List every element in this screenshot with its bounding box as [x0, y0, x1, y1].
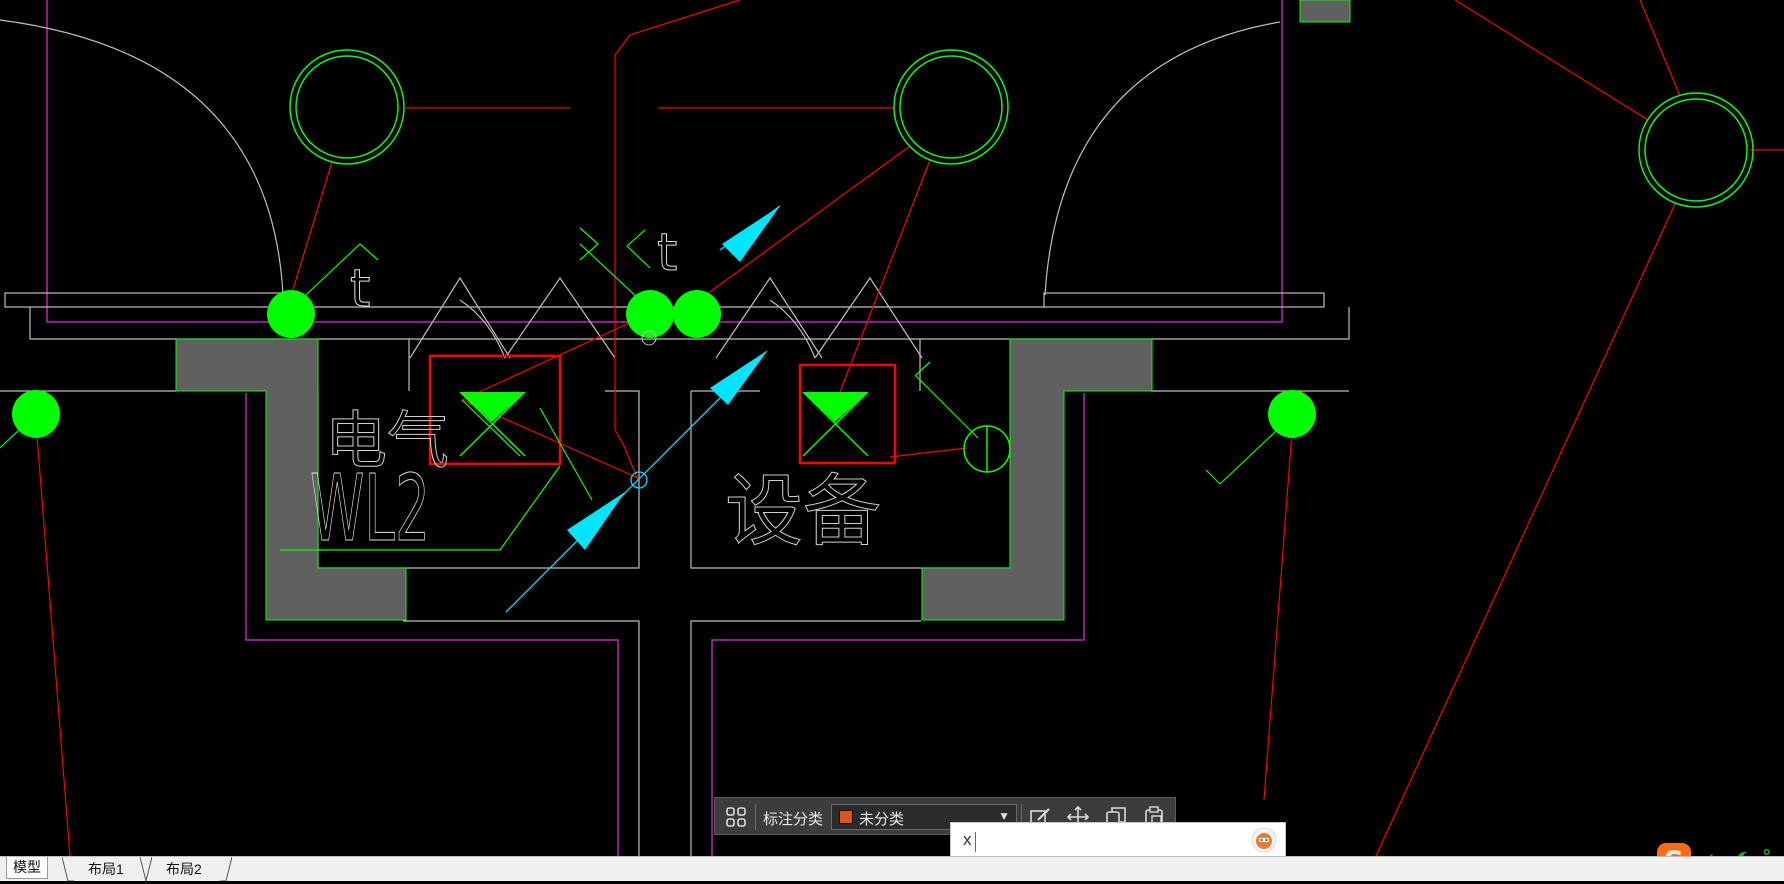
room-label-wl2: WL2 — [310, 455, 430, 562]
label-t-center: t — [657, 223, 677, 283]
category-label: 标注分类 — [763, 811, 824, 828]
tab-model[interactable]: 模型 — [6, 857, 48, 879]
grid-icon[interactable] — [725, 806, 747, 828]
chevron-down-icon: ▼ — [998, 809, 1010, 823]
tab-separator — [140, 857, 152, 881]
cad-drawing-canvas[interactable]: t t 电气 WL2 设备 — [0, 0, 1784, 880]
text-caret — [975, 832, 976, 852]
category-selected-value: 未分类 — [859, 811, 905, 828]
ime-composition-input[interactable]: x — [963, 830, 972, 850]
tab-layout2[interactable]: 布局2 — [160, 859, 208, 880]
room-label-equipment: 设备 — [725, 467, 881, 557]
label-t-left: t — [350, 259, 370, 319]
toolbar-divider — [755, 804, 756, 830]
ime-skin-icon[interactable] — [1251, 827, 1277, 853]
tab-separator — [62, 857, 74, 881]
tab-separator — [220, 857, 232, 881]
layout-tab-bar: 模型 布局1 布局2 — [0, 856, 1784, 881]
category-color-swatch — [839, 810, 853, 824]
tab-layout1[interactable]: 布局1 — [82, 859, 130, 880]
